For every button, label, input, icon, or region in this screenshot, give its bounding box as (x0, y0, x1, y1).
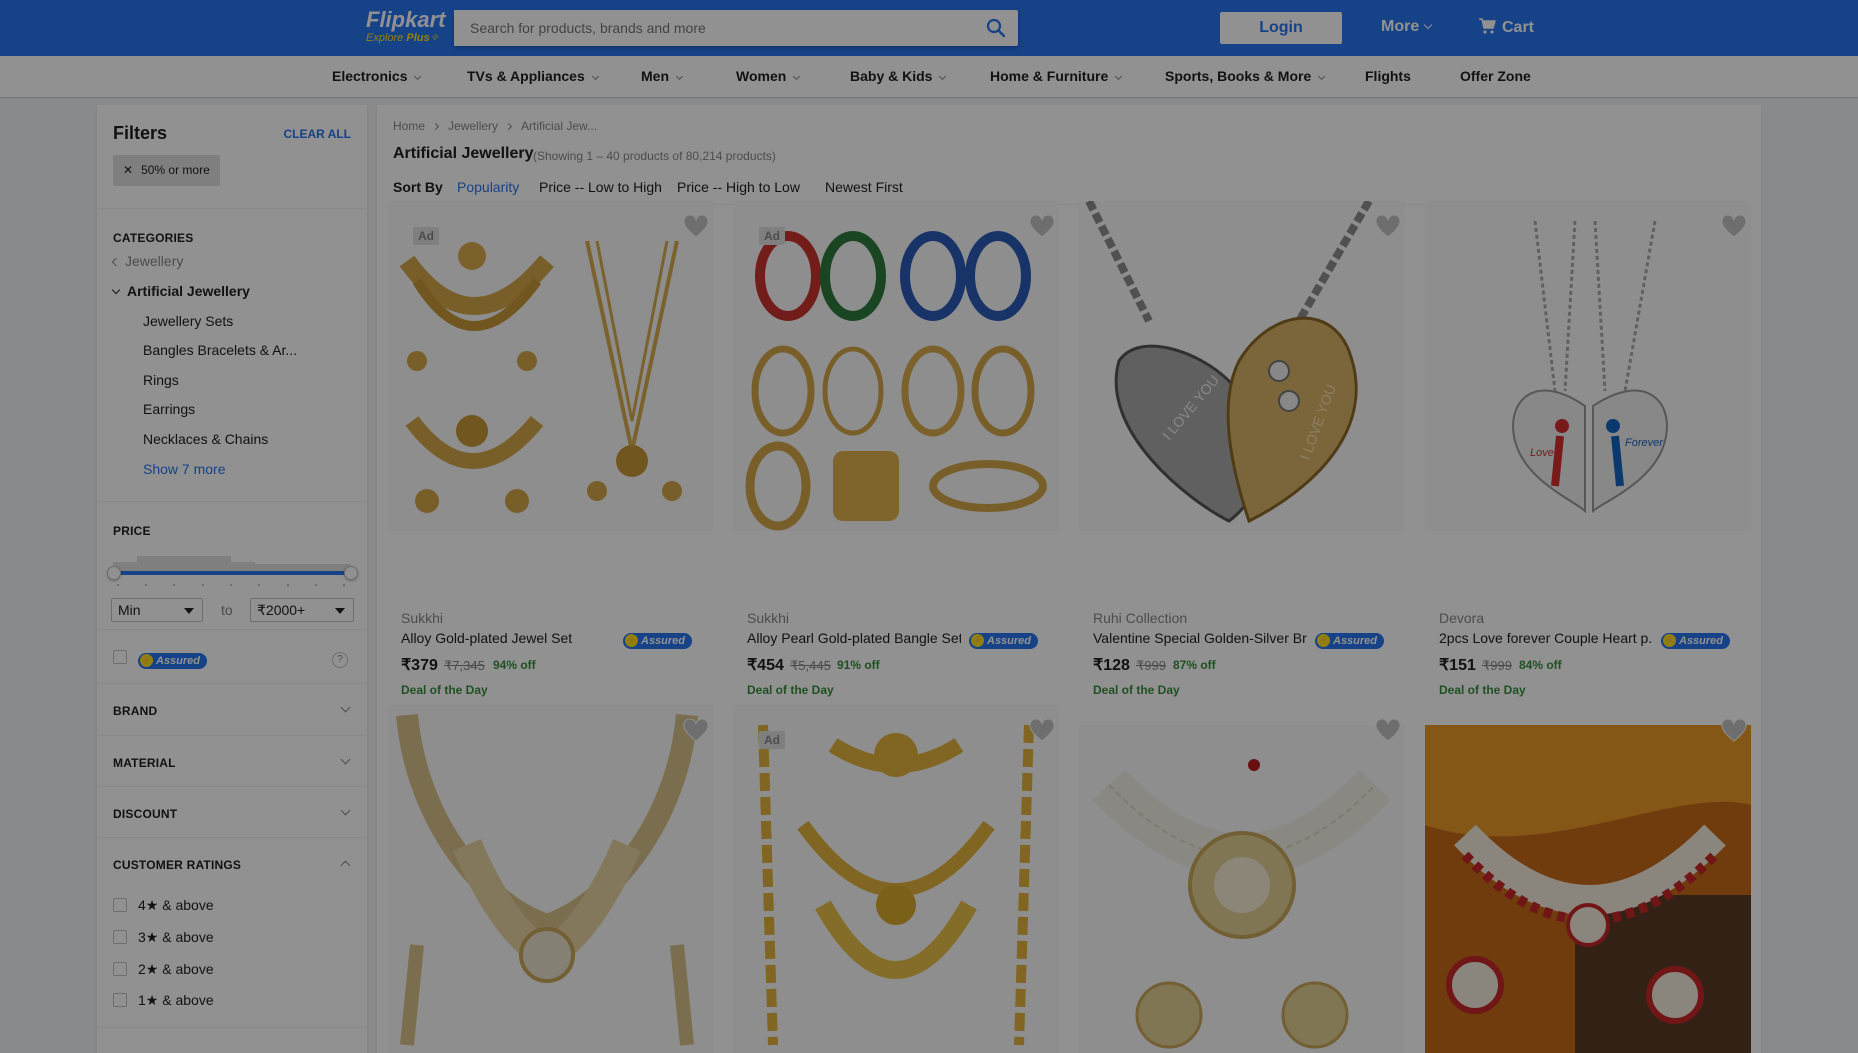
modal-backdrop[interactable] (0, 0, 1858, 1053)
